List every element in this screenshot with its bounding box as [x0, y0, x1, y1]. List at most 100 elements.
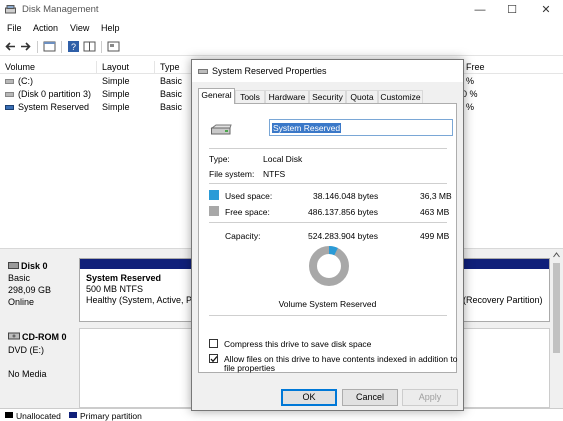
volume-icon	[5, 92, 14, 97]
toolbar-separator	[101, 41, 102, 53]
cdrom-drive: DVD (E:)	[8, 345, 44, 355]
drive-icon	[198, 69, 208, 74]
column-free[interactable]: Free	[466, 62, 485, 72]
divider	[209, 183, 447, 184]
volume-name-value: System Reserved	[272, 123, 342, 133]
forward-arrow-icon[interactable]	[19, 40, 32, 53]
volume-type: Basic	[160, 76, 183, 86]
free-space-ring	[309, 246, 349, 286]
tab-hardware[interactable]: Hardware	[265, 90, 309, 103]
partition-size: 500 MB NTFS	[86, 284, 144, 294]
properties-icon[interactable]	[43, 40, 56, 53]
type-label: Type:	[209, 154, 230, 164]
disk-management-icon	[5, 5, 16, 14]
free-space-bytes: 486.137.856 bytes	[308, 207, 378, 217]
volume-type: Basic	[160, 102, 183, 112]
index-label-line2[interactable]: file properties	[224, 363, 275, 373]
column-volume[interactable]: Volume	[5, 62, 35, 72]
free-space-label: Free space:	[225, 207, 270, 217]
free-space-size: 463 MB	[420, 207, 450, 217]
volume-name: System Reserved	[18, 102, 90, 112]
dialog-title-bar[interactable]: System Reserved Properties	[192, 60, 463, 82]
volume-icon	[5, 105, 14, 110]
menu-action[interactable]: Action	[33, 23, 58, 33]
settings-panel-icon[interactable]	[107, 40, 120, 53]
recovery-partition-label: (Recovery Partition)	[463, 295, 543, 305]
cd-drive-icon	[8, 332, 20, 340]
disk-0-label[interactable]: Disk 0 Basic 298,09 GB Online	[3, 258, 77, 322]
help-icon[interactable]: ?	[67, 40, 80, 53]
divider	[209, 315, 447, 316]
toolbar-separator	[61, 41, 62, 53]
volume-caption: Volume System Reserved	[278, 299, 377, 309]
local-disk-icon	[210, 124, 232, 135]
volume-name-field[interactable]: System Reserved	[269, 119, 453, 136]
toolbar: ?	[0, 38, 563, 56]
capacity-bytes: 524.283.904 bytes	[308, 231, 378, 241]
scrollbar-thumb[interactable]	[553, 263, 560, 353]
volume-free: %	[466, 76, 475, 86]
menu-view[interactable]: View	[70, 23, 89, 33]
file-system-value: NTFS	[263, 169, 286, 179]
scroll-up-arrow-icon[interactable]	[553, 252, 560, 258]
legend-unallocated-swatch	[5, 412, 13, 418]
minimize-button[interactable]: —	[470, 2, 490, 18]
apply-button[interactable]: Apply	[402, 389, 458, 406]
legend-unallocated: Unallocated	[16, 411, 61, 421]
column-layout[interactable]: Layout	[102, 62, 129, 72]
window-title: Disk Management	[22, 4, 99, 15]
disk-0-name: Disk 0	[21, 261, 48, 271]
column-type[interactable]: Type	[160, 62, 180, 72]
volume-free: 0 %	[462, 89, 478, 99]
ok-button[interactable]: OK	[281, 389, 337, 406]
partition-health: Healthy (System, Active, P	[86, 295, 193, 305]
general-tab-panel: System Reserved Type: Local Disk File sy…	[198, 103, 457, 373]
disk-view-scrollbar[interactable]	[550, 249, 563, 409]
compress-checkbox[interactable]	[209, 339, 218, 348]
volume-layout: Simple	[102, 89, 130, 99]
view-icon[interactable]	[83, 40, 96, 53]
disk-0-size: 298,09 GB	[8, 285, 52, 295]
properties-dialog: System Reserved Properties General Tools…	[191, 59, 464, 411]
index-checkbox[interactable]	[209, 354, 218, 363]
cdrom-0-label[interactable]: CD-ROM 0 DVD (E:) No Media	[3, 328, 77, 408]
free-space-swatch	[209, 206, 219, 216]
legend-primary-swatch	[69, 412, 77, 418]
volume-layout: Simple	[102, 102, 130, 112]
volume-name: (Disk 0 partition 3)	[18, 89, 92, 99]
disk-0-type: Basic	[8, 273, 31, 283]
menu-bar: File Action View Help	[0, 21, 563, 36]
maximize-button[interactable]: ☐	[502, 2, 522, 18]
compress-label[interactable]: Compress this drive to save disk space	[224, 339, 371, 349]
dialog-title: System Reserved Properties	[212, 66, 327, 76]
used-space-size: 36,3 MB	[420, 191, 452, 201]
menu-file[interactable]: File	[7, 23, 22, 33]
cdrom-name: CD-ROM 0	[22, 332, 67, 342]
tab-tools[interactable]: Tools	[235, 90, 265, 103]
column-divider[interactable]	[154, 61, 155, 74]
file-system-label: File system:	[209, 169, 255, 179]
used-space-label: Used space:	[225, 191, 273, 201]
tab-security[interactable]: Security	[309, 90, 346, 103]
column-divider[interactable]	[96, 61, 97, 74]
tab-general[interactable]: General	[198, 88, 235, 104]
checkmark-icon	[210, 356, 218, 363]
volume-layout: Simple	[102, 76, 130, 86]
volume-icon	[5, 79, 14, 84]
toolbar-separator	[37, 41, 38, 53]
volume-type: Basic	[160, 89, 183, 99]
tab-customize[interactable]: Customize	[378, 90, 423, 103]
close-button[interactable]: ✕	[536, 2, 556, 18]
divider	[209, 222, 447, 223]
title-bar: Disk Management — ☐ ✕	[0, 0, 563, 20]
back-arrow-icon[interactable]	[4, 40, 17, 53]
capacity-label: Capacity:	[225, 231, 261, 241]
capacity-donut-chart	[309, 246, 349, 286]
tab-quota[interactable]: Quota	[346, 90, 378, 103]
cancel-button[interactable]: Cancel	[342, 389, 398, 406]
type-value: Local Disk	[263, 154, 303, 164]
menu-help[interactable]: Help	[101, 23, 120, 33]
volume-name: (C:)	[18, 76, 33, 86]
hard-disk-icon	[8, 262, 19, 269]
disk-0-status: Online	[8, 297, 35, 307]
